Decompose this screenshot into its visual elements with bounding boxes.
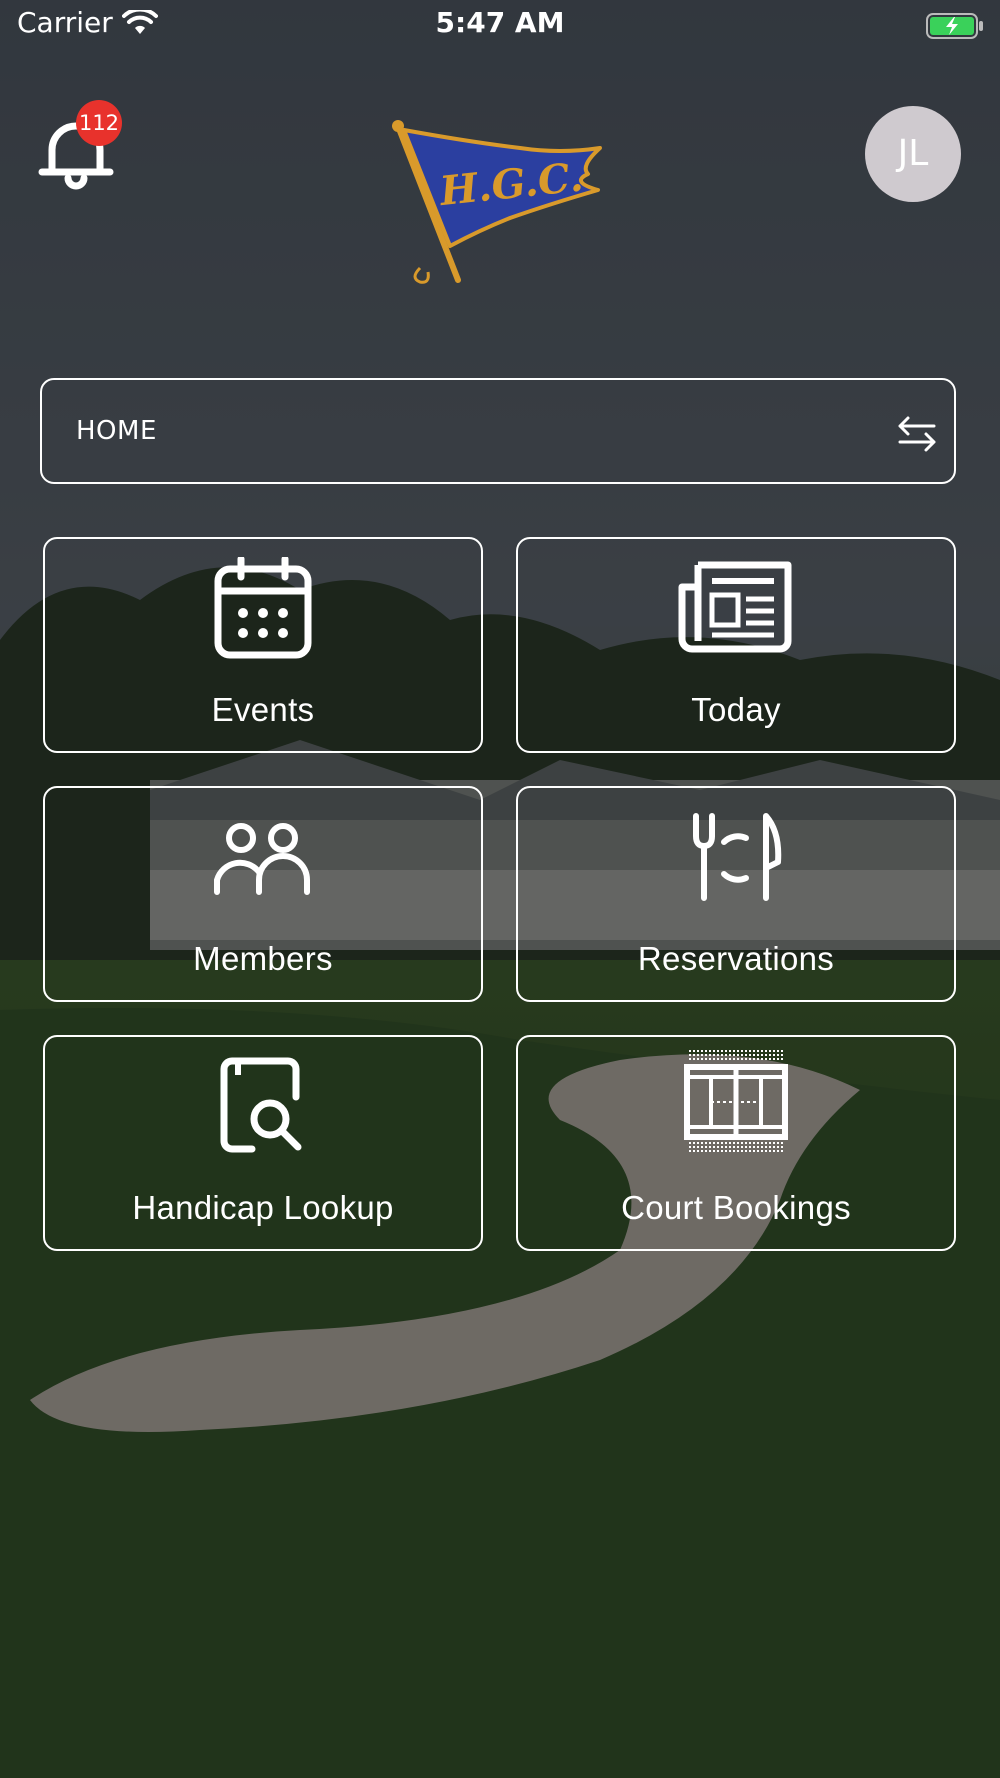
tile-today-label: Today [691,691,781,728]
status-time: 5:47 AM [435,6,565,39]
members-icon [214,823,310,895]
tile-reservations-label: Reservations [637,940,835,977]
tile-members[interactable]: Members [43,786,483,1002]
tile-today[interactable]: Today [516,537,956,753]
home-selector-label: HOME [76,416,157,446]
tile-members-label: Members [193,940,333,977]
tile-court-bookings[interactable]: Court Bookings [516,1035,956,1251]
notification-badge: 112 [76,100,122,146]
handicap-search-icon [220,1057,302,1153]
dining-icon [693,813,782,901]
swap-arrows-icon[interactable] [896,412,938,458]
tile-reservations[interactable]: Reservations [516,786,956,1002]
club-logo: H.G.C. [390,118,620,288]
tile-court-bookings-label: Court Bookings [621,1189,851,1226]
tile-handicap-lookup[interactable]: Handicap Lookup [43,1035,483,1251]
calendar-icon [214,557,312,659]
battery-icon [926,12,986,44]
avatar[interactable]: JL [865,106,961,202]
tile-events-label: Events [211,691,315,728]
tile-events[interactable]: Events [43,537,483,753]
status-bar: Carrier 5:47 AM [0,0,1000,50]
tile-handicap-lookup-label: Handicap Lookup [132,1189,394,1226]
home-selector[interactable]: HOME [40,378,956,484]
tennis-court-icon [684,1050,788,1152]
newspaper-icon [678,561,792,653]
